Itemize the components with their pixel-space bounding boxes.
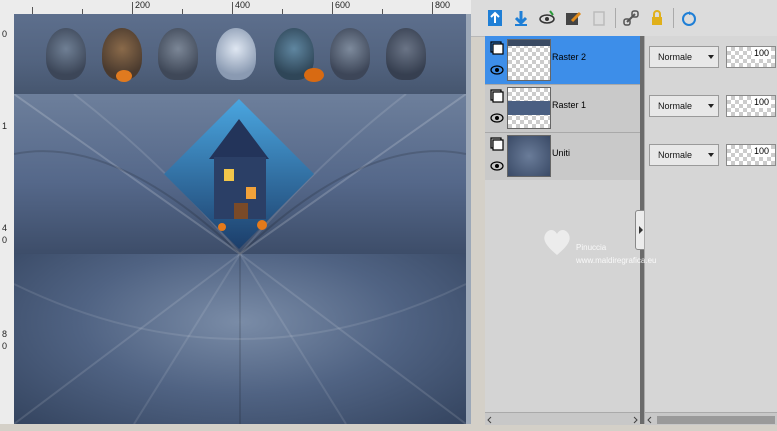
opacity-field[interactable]: 100 bbox=[726, 144, 776, 166]
layer-name: Raster 1 bbox=[552, 100, 587, 110]
pumpkin-icon bbox=[304, 68, 324, 82]
halloween-artwork bbox=[14, 14, 466, 424]
new-raster-layer-icon[interactable] bbox=[485, 8, 505, 28]
lock-icon[interactable] bbox=[647, 8, 667, 28]
adjust-layer-icon[interactable] bbox=[589, 8, 609, 28]
opacity-value: 100 bbox=[751, 47, 771, 59]
watermark-url: www.maldiregrafica.eu bbox=[576, 256, 657, 265]
character-strip bbox=[14, 14, 466, 95]
blend-mode-select[interactable]: Normale bbox=[649, 46, 719, 68]
layer-row-raster-1[interactable]: Raster 1 bbox=[485, 84, 640, 133]
ruler-left-label: 0 bbox=[2, 341, 8, 351]
ruler-label-200: 200 bbox=[135, 0, 151, 10]
layer-controls bbox=[489, 40, 505, 80]
opacity-value: 100 bbox=[751, 96, 771, 108]
blend-mode-value: Normale bbox=[658, 150, 693, 160]
ruler-corner bbox=[0, 0, 15, 15]
properties-horizontal-scrollbar[interactable] bbox=[645, 412, 777, 425]
ruler-left-label: 8 bbox=[2, 329, 8, 339]
skeleton-figure bbox=[330, 28, 370, 80]
layer-name: Raster 2 bbox=[552, 52, 587, 62]
blend-mode-select[interactable]: Normale bbox=[649, 144, 719, 166]
ghost-figure bbox=[216, 28, 256, 80]
layer-row-raster-2[interactable]: Raster 2 bbox=[485, 36, 640, 85]
layers-horizontal-scrollbar[interactable] bbox=[485, 412, 640, 425]
fan-lines bbox=[14, 254, 466, 424]
vertical-ruler: 0 1 4 0 8 0 bbox=[0, 14, 15, 424]
ruler-label-800: 800 bbox=[435, 0, 451, 10]
ruler-left-label: 0 bbox=[2, 235, 8, 245]
opacity-value: 100 bbox=[751, 145, 771, 157]
ruler-left-label: 0 bbox=[2, 29, 8, 39]
refresh-icon[interactable] bbox=[679, 8, 699, 28]
toolbar-separator bbox=[673, 8, 674, 28]
pumpkin-icon bbox=[116, 70, 132, 82]
layer-thumbnail bbox=[507, 135, 551, 177]
ruler-label-400: 400 bbox=[235, 0, 251, 10]
layer-thumbnail bbox=[507, 87, 551, 129]
ruler-left-label: 1 bbox=[2, 121, 8, 131]
haunted-house-diamond bbox=[164, 99, 314, 249]
horizontal-ruler: 200 400 600 800 bbox=[14, 0, 471, 15]
opacity-field[interactable]: 100 bbox=[726, 46, 776, 68]
heart-logo-icon bbox=[544, 230, 570, 255]
blend-mode-value: Normale bbox=[658, 52, 693, 62]
owl-figure bbox=[386, 28, 426, 80]
layer-controls bbox=[489, 88, 505, 128]
ruler-left-label: 4 bbox=[2, 223, 8, 233]
layer-options-row: Normale 100 bbox=[645, 36, 777, 84]
chevron-down-icon bbox=[708, 104, 714, 108]
link-icon[interactable] bbox=[621, 8, 641, 28]
edit-mask-icon[interactable] bbox=[563, 8, 583, 28]
image-canvas-window[interactable]: 200 400 600 800 0 1 4 0 8 0 bbox=[0, 0, 472, 424]
ruler-label-600: 600 bbox=[335, 0, 351, 10]
owl-witch-figure bbox=[46, 28, 86, 80]
layer-thumbnail bbox=[507, 39, 551, 81]
chevron-down-icon bbox=[708, 153, 714, 157]
layer-name: Uniti bbox=[552, 148, 571, 158]
fan-pattern bbox=[14, 254, 466, 424]
toolbar-separator bbox=[615, 8, 616, 28]
layers-empty-area bbox=[485, 180, 640, 412]
blend-mode-select[interactable]: Normale bbox=[649, 95, 719, 117]
layer-controls bbox=[489, 136, 505, 176]
layer-row-uniti[interactable]: Uniti bbox=[485, 132, 640, 181]
layers-palette: Raster 2 Raster 1 Uniti Normale 100 Norm… bbox=[471, 0, 777, 425]
blend-mode-value: Normale bbox=[658, 101, 693, 111]
chevron-down-icon bbox=[708, 55, 714, 59]
watermark-name: Pinuccia bbox=[576, 243, 607, 252]
layers-toolbar bbox=[471, 0, 777, 37]
visibility-icon[interactable] bbox=[537, 8, 557, 28]
layer-options-row: Normale 100 bbox=[645, 134, 777, 182]
gnome-figure bbox=[158, 28, 198, 80]
layer-options-row: Normale 100 bbox=[645, 85, 777, 133]
opacity-field[interactable]: 100 bbox=[726, 95, 776, 117]
watermark: Pinuccia www.maldiregrafica.eu bbox=[540, 225, 710, 275]
layers-list: Raster 2 Raster 1 Uniti bbox=[485, 36, 640, 181]
merge-down-icon[interactable] bbox=[511, 8, 531, 28]
